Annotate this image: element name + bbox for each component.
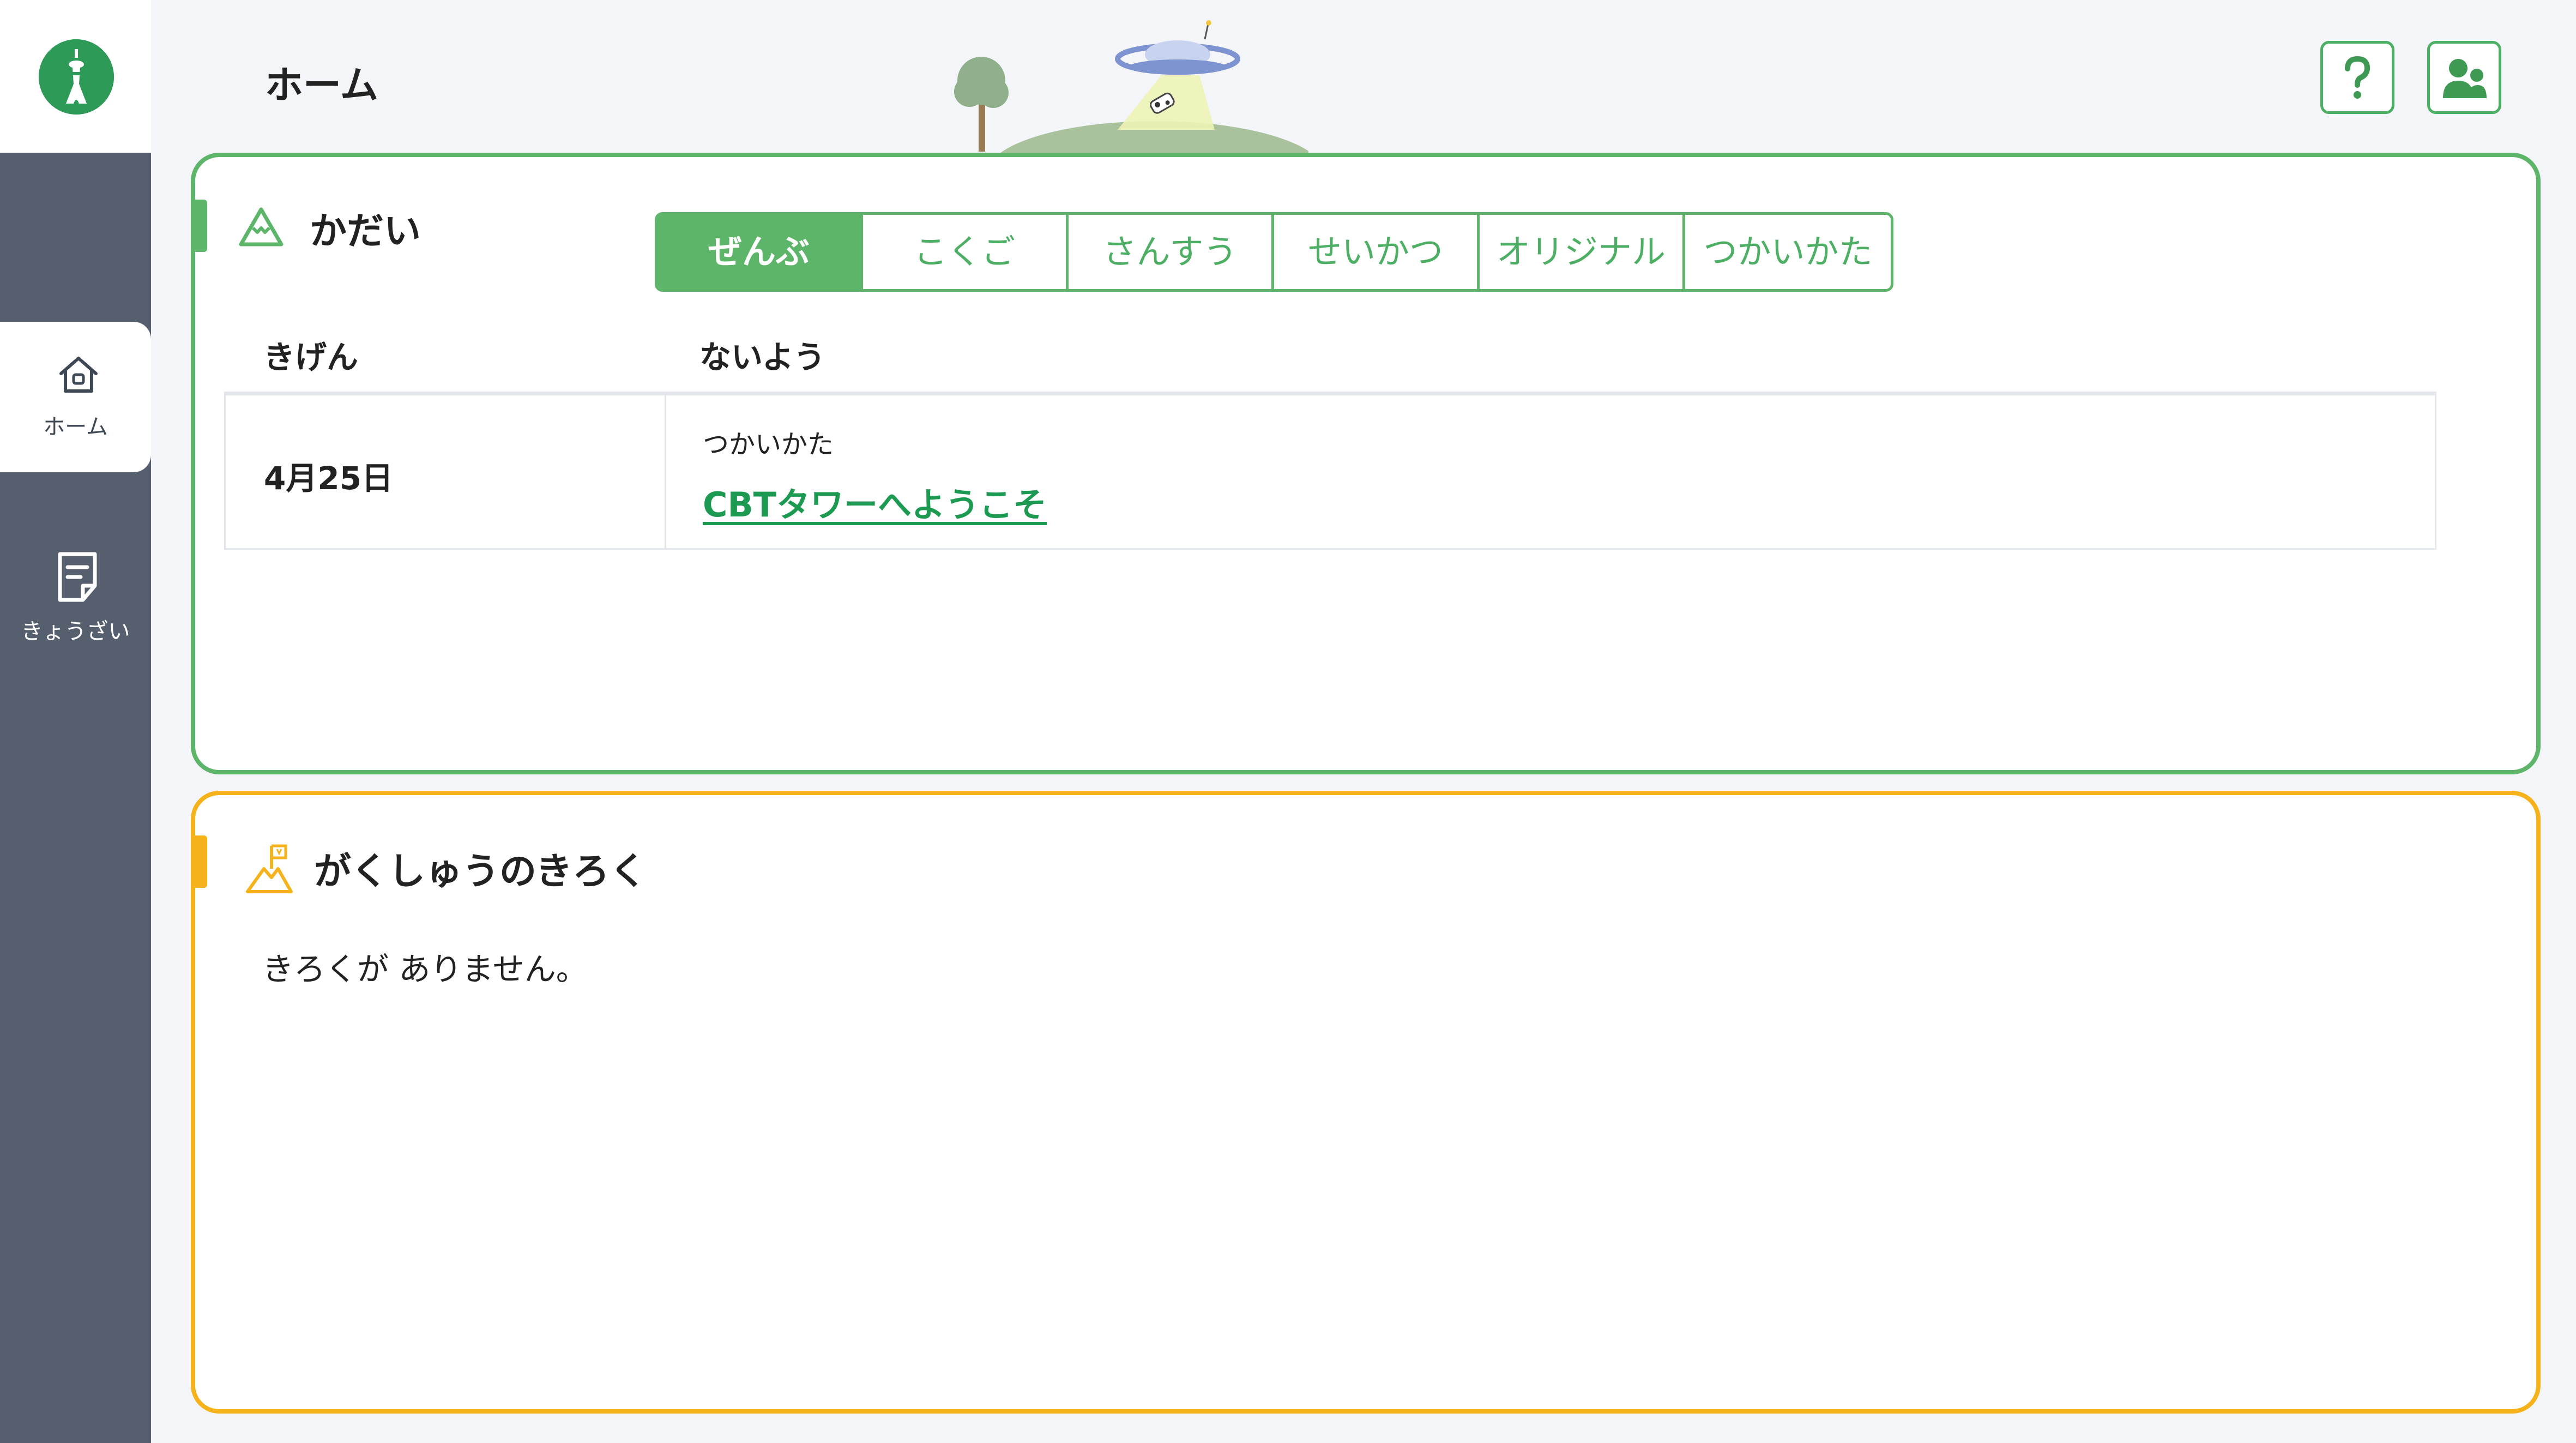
task-category: つかいかた: [703, 429, 834, 460]
empty-records-message: きろくが ありません。: [262, 951, 588, 988]
column-header-deadline: きげん: [263, 339, 359, 376]
subject-tabs: ぜんぶ こくご さんすう せいかつ オリジナル つかいかた: [655, 212, 1893, 292]
app-root: ホーム きょうざい ホーム かだい ぜんぶ こくご さんすう せいかつ オリジナ…: [0, 0, 2576, 1443]
tab-japanese[interactable]: こくご: [863, 215, 1069, 289]
mountain-flag-icon: [246, 844, 293, 893]
task-link[interactable]: CBTタワーへようこそ: [703, 477, 1047, 526]
tab-life[interactable]: せいかつ: [1274, 215, 1480, 289]
panel-accent-bar: [191, 200, 207, 252]
tab-original[interactable]: オリジナル: [1480, 215, 1685, 289]
ufo-hill-illustration: [954, 20, 1308, 154]
sidebar-item-label: ホーム: [43, 414, 108, 440]
question-mark-icon: [2345, 56, 2370, 99]
column-header-content: ないよう: [699, 339, 825, 376]
sidebar-item-materials[interactable]: きょうざい: [0, 545, 151, 654]
help-button[interactable]: [2320, 41, 2394, 114]
sidebar: ホーム きょうざい: [0, 0, 151, 1443]
tab-math[interactable]: さんすう: [1069, 215, 1274, 289]
sidebar-item-label: きょうざい: [21, 619, 130, 644]
panel-accent-bar: [191, 835, 207, 888]
house-icon: [59, 357, 98, 393]
tab-howto[interactable]: つかいかた: [1685, 215, 1891, 289]
logo-area: [0, 0, 151, 153]
sidebar-item-home[interactable]: ホーム: [0, 322, 151, 472]
tasks-panel: かだい ぜんぶ こくご さんすう せいかつ オリジナル つかいかた きげん ない…: [191, 153, 2541, 774]
records-title: がくしゅうのきろく: [314, 850, 647, 893]
tab-all[interactable]: ぜんぶ: [657, 215, 863, 289]
page-title: ホーム: [265, 63, 378, 107]
records-panel: がくしゅうのきろく きろくが ありません。: [191, 791, 2541, 1414]
table-row: 4月25日 つかいかた CBTタワーへようこそ: [224, 392, 2436, 550]
column-divider: [665, 395, 666, 548]
task-deadline: 4月25日: [264, 460, 394, 497]
account-button[interactable]: [2427, 41, 2501, 114]
document-icon: [58, 552, 97, 602]
tower-logo-icon[interactable]: [39, 39, 114, 115]
tasks-title: かだい: [310, 210, 421, 253]
users-icon: [2443, 59, 2487, 98]
mountain-outline-icon: [239, 207, 283, 246]
